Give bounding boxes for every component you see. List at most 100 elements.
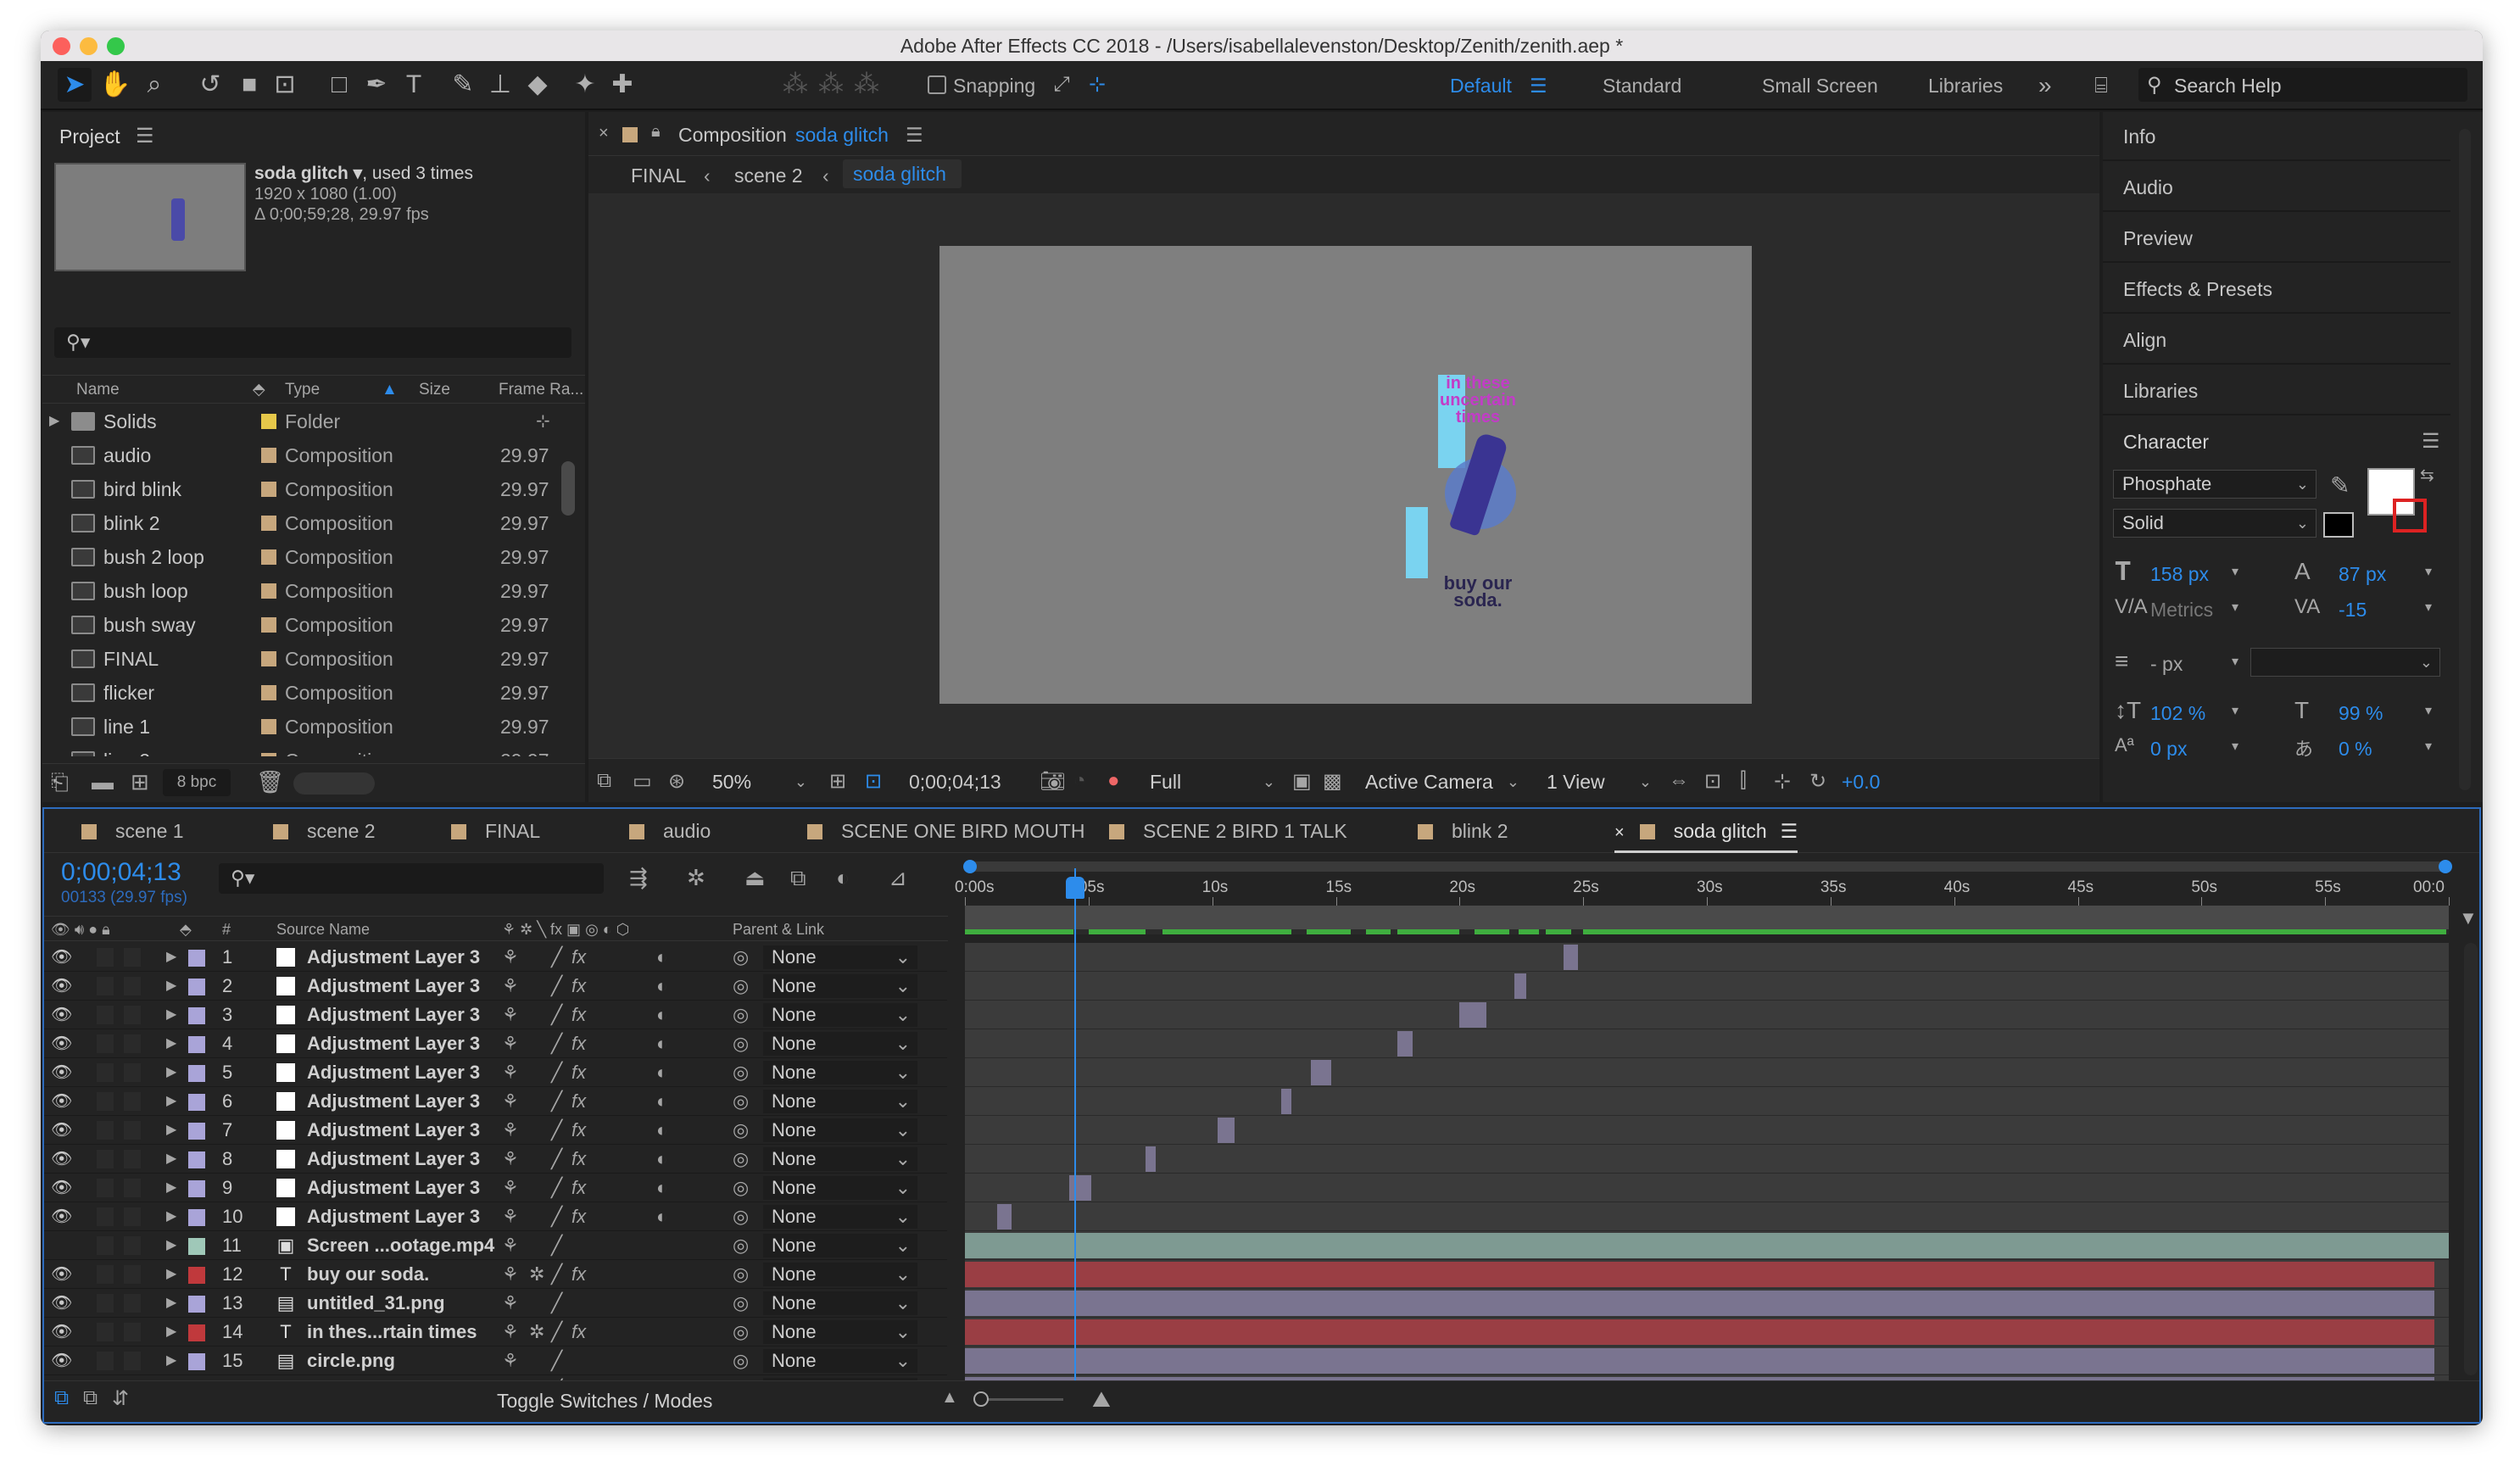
layer-name[interactable]: Screen ...ootage.mp4 (307, 1231, 494, 1260)
expand-arrow-icon[interactable]: ▶ (166, 1001, 176, 1029)
effects-presets-panel-tab[interactable]: Effects & Presets (2103, 265, 2450, 314)
layer-label-swatch[interactable] (188, 1007, 205, 1024)
project-item[interactable]: bird blink Composition 29.97 (42, 473, 560, 505)
timeline-zoom-slider[interactable] (978, 1398, 1063, 1401)
parent-dropdown[interactable]: None⌄ (763, 945, 917, 969)
lock-toggle[interactable] (124, 1294, 141, 1313)
new-composition-icon[interactable]: ⊞ (131, 769, 149, 795)
col-source-name[interactable]: Source Name (276, 917, 370, 942)
layer-duration-bar[interactable] (965, 1319, 2434, 1345)
pick-whip-icon[interactable]: ◎ (733, 1087, 749, 1116)
time-ruler[interactable]: 0:00s 05s 10s 15s 20s 25s 30s 35s 40s 45s 50s 55s 00… (950, 875, 2479, 906)
solo-toggle[interactable] (97, 1121, 114, 1140)
layer-row[interactable]: 👁︎ ▶ 15 ▤ circle.png ⚘ ╱ ◎ None ⌄ (44, 1347, 947, 1375)
quality-switch-icon[interactable]: ╱ (551, 1087, 562, 1116)
layer-switches-icon[interactable]: ⧉ (54, 1386, 69, 1410)
label-swatch[interactable] (261, 651, 276, 666)
viewer-timecode[interactable]: 0;00;04;13 (909, 771, 1001, 794)
vertical-scale-value[interactable]: 102 % (2150, 702, 2205, 725)
solo-toggle[interactable] (97, 1236, 114, 1255)
layer-duration-bar[interactable] (1145, 1146, 1156, 1172)
chevron-down-icon[interactable]: ▾ (2232, 653, 2238, 670)
baseline-shift-value[interactable]: 0 px (2150, 738, 2187, 761)
navigator-end-handle[interactable] (2439, 860, 2452, 873)
effects-switch-icon[interactable]: fx (571, 1145, 586, 1174)
layer-name[interactable]: Adjustment Layer 3 (307, 1116, 480, 1145)
snapshot-icon[interactable]: 📷︎ (1040, 769, 1065, 794)
zoom-slider-handle[interactable] (973, 1391, 989, 1407)
layer-row[interactable]: 👁︎ ▶ 10 Adjustment Layer 3 ⚘ ╱ fx ◐ ◎ None ⌄ (44, 1202, 947, 1231)
toggle-pixel-aspect-icon[interactable]: ⇔ (1669, 769, 1689, 793)
comp-menu-icon[interactable]: ☰ (906, 124, 923, 147)
axis-tool-icon[interactable]: ⁂ (778, 68, 812, 102)
tracking-value[interactable]: -15 (2339, 599, 2367, 622)
breadcrumb-final[interactable]: FINAL (631, 164, 686, 187)
effects-switch-icon[interactable]: fx (571, 1202, 586, 1231)
layer-label-swatch[interactable] (188, 950, 205, 967)
graph-editor-icon[interactable]: ⊿ (889, 865, 907, 891)
pen-tool-icon[interactable]: ✒ (360, 68, 393, 102)
expand-arrow-icon[interactable]: ▶ (166, 1058, 176, 1087)
selection-tool-icon[interactable]: ➤ (58, 68, 92, 102)
close-tab-icon[interactable]: × (1614, 823, 1625, 842)
layer-label-swatch[interactable] (188, 1180, 205, 1197)
layer-label-swatch[interactable] (188, 1353, 205, 1370)
timeline-tab[interactable]: scene 1 (81, 809, 184, 853)
layer-label-swatch[interactable] (188, 1065, 205, 1082)
layer-row[interactable]: 👁︎ ▶ 9 Adjustment Layer 3 ⚘ ╱ fx ◐ ◎ None ⌄ (44, 1174, 947, 1202)
draft-3d-icon[interactable]: ✲ (687, 865, 705, 891)
collapse-switch-icon[interactable]: ✲ (529, 1318, 544, 1347)
solo-toggle[interactable] (97, 1150, 114, 1168)
world-axis-tool-icon[interactable]: ⁂ (814, 68, 848, 102)
layer-name[interactable]: circle.png (307, 1347, 395, 1375)
shy-switch-icon[interactable]: ⚘ (502, 1202, 519, 1231)
label-swatch[interactable] (261, 448, 276, 463)
layer-label-swatch[interactable] (188, 1094, 205, 1111)
solo-toggle[interactable] (97, 1294, 114, 1313)
parent-dropdown[interactable]: None⌄ (763, 1118, 917, 1142)
toggle-switches-modes[interactable]: Toggle Switches / Modes (497, 1390, 712, 1413)
col-name[interactable]: Name (76, 376, 120, 404)
zoom-dropdown[interactable]: 50% ⌄ (704, 767, 814, 796)
chevron-down-icon[interactable]: ▾ (2232, 563, 2238, 580)
layer-row[interactable]: 👁︎ ▶ 12 Tbuy our soda. ⚘ ✲ ╱ fx ◎ None ⌄ (44, 1260, 947, 1289)
workspace-standard[interactable]: Standard (1603, 61, 1681, 110)
shy-switch-icon[interactable]: ⚘ (502, 943, 519, 972)
layer-name[interactable]: in thes...rtain times (307, 1318, 477, 1347)
character-menu-icon[interactable]: ☰ (2422, 429, 2440, 454)
layer-duration-bar[interactable] (1563, 945, 1579, 970)
layer-row[interactable]: ▶ 11 ▣ Screen ...ootage.mp4 ⚘ ╱ ◎ None ⌄ (44, 1231, 947, 1260)
region-of-interest-icon[interactable]: ⊡ (865, 769, 882, 794)
expand-arrow-icon[interactable]: ▶ (166, 1116, 176, 1145)
timeline-timecode[interactable]: 0;00;04;13 (61, 858, 181, 887)
layer-duration-bar[interactable] (1311, 1060, 1331, 1085)
quality-switch-icon[interactable]: ╱ (551, 1289, 562, 1318)
preview-panel-tab[interactable]: Preview (2103, 214, 2450, 263)
effects-switch-icon[interactable]: fx (571, 972, 586, 1001)
expand-arrow-icon[interactable]: ▶ (166, 1145, 176, 1174)
shy-switch-icon[interactable]: ⚘ (502, 1174, 519, 1202)
solo-toggle[interactable] (97, 1352, 114, 1370)
label-swatch[interactable] (261, 583, 276, 599)
pick-whip-icon[interactable]: ◎ (733, 1145, 749, 1174)
effects-switch-icon[interactable]: fx (571, 1058, 586, 1087)
parent-dropdown[interactable]: None⌄ (763, 1263, 917, 1286)
work-area-bar[interactable] (965, 906, 2449, 931)
pick-whip-icon[interactable]: ◎ (733, 1347, 749, 1375)
close-window-button[interactable] (53, 37, 70, 55)
shy-layers-icon[interactable]: ⏏ (744, 865, 766, 891)
quality-switch-icon[interactable]: ╱ (551, 1029, 562, 1058)
transparency-grid-icon[interactable]: ▩ (1323, 769, 1342, 794)
pick-whip-icon[interactable]: ◎ (733, 1116, 749, 1145)
trash-icon[interactable]: 🗑︎ (256, 769, 284, 795)
timeline-tab[interactable]: scene 2 (273, 809, 376, 853)
current-time-indicator[interactable] (1074, 868, 1077, 1380)
snap-features-icon[interactable]: ⊹ (1080, 68, 1114, 102)
timeline-tab[interactable]: blink 2 (1418, 809, 1508, 853)
layer-label-swatch[interactable] (188, 1267, 205, 1284)
camera-dropdown[interactable]: Active Camera ⌄ (1357, 767, 1526, 796)
lock-toggle[interactable] (124, 1179, 141, 1197)
quality-switch-icon[interactable]: ╱ (551, 972, 562, 1001)
adjustment-layer-switch-icon[interactable]: ◐ (656, 1001, 667, 1029)
col-size[interactable]: Size (419, 376, 450, 404)
